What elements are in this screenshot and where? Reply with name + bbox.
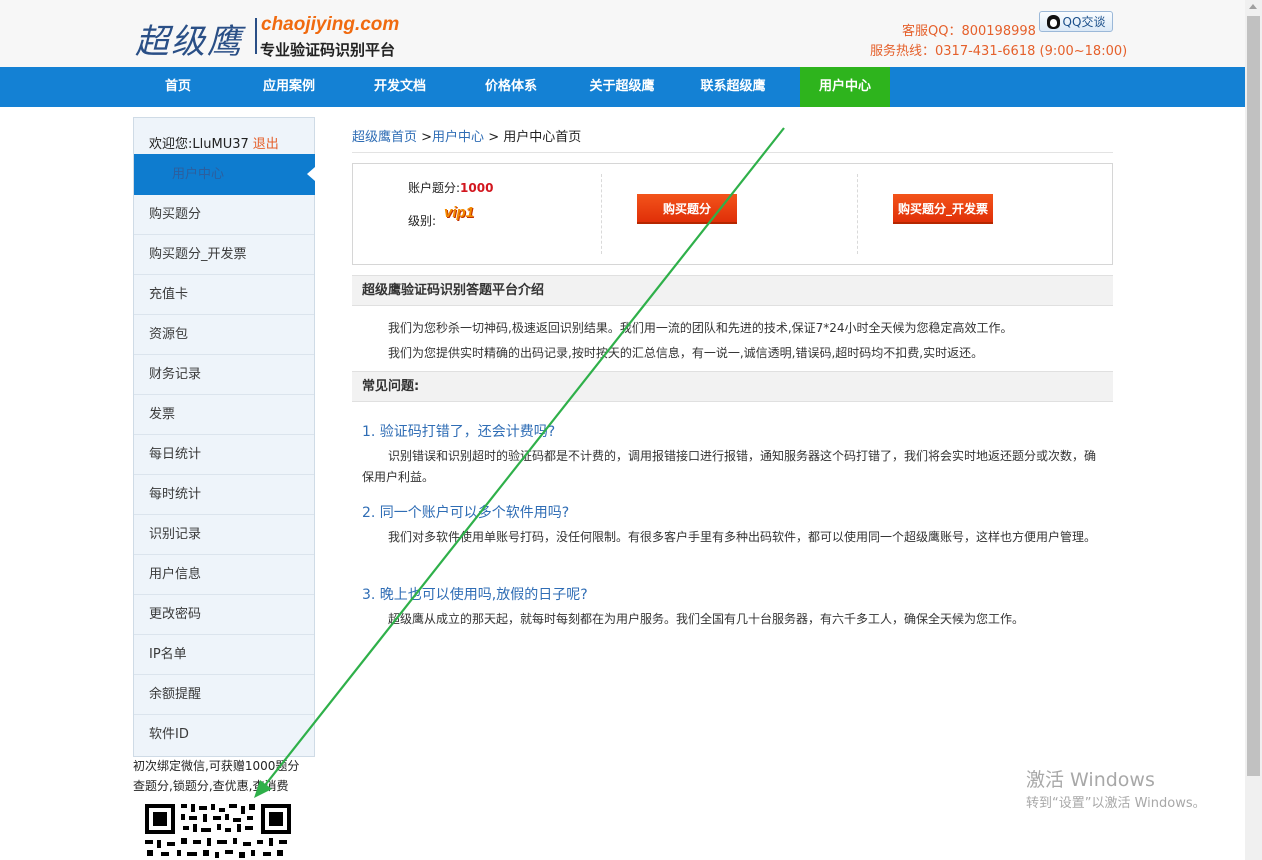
- sidebar-item-ip-list[interactable]: IP名单: [134, 635, 314, 675]
- activation-watermark-title: 激活 Windows: [1026, 769, 1155, 791]
- breadcrumb-sep: >: [417, 130, 433, 145]
- sidebar-item-recharge-card[interactable]: 充值卡: [134, 275, 314, 315]
- wechat-promo-line1: 初次绑定微信,可获赠1000题分: [133, 759, 300, 773]
- sidebar-item-finance-records[interactable]: 财务记录: [134, 355, 314, 395]
- sidebar-item-user-center[interactable]: 用户中心: [134, 154, 315, 195]
- buy-score-button[interactable]: 购买题分: [637, 194, 737, 224]
- account-score-label: 账户题分:: [408, 181, 461, 195]
- buy-score-invoice-button[interactable]: 购买题分_开发票: [893, 194, 993, 224]
- sidebar-item-daily-stats[interactable]: 每日统计: [134, 435, 314, 475]
- faq-answer-3: 超级鹰从成立的那天起，就每时每刻都在为用户服务。我们全国有几十台服务器，有六千多…: [388, 612, 1025, 626]
- faq-question-1: 1. 验证码打错了，还会计费吗?: [362, 424, 556, 440]
- account-level-label: 级别:: [408, 214, 437, 228]
- breadcrumb-current: 用户中心首页: [503, 130, 582, 145]
- sidebar-item-invoice[interactable]: 发票: [134, 395, 314, 435]
- logo-divider: [255, 18, 257, 54]
- sidebar-item-software-id[interactable]: 软件ID: [134, 715, 314, 755]
- account-score: 账户题分:1000: [408, 179, 493, 196]
- sidebar-item-balance-alert[interactable]: 余额提醒: [134, 675, 314, 715]
- qq-penguin-icon: [1046, 14, 1060, 29]
- column-divider: [857, 174, 858, 254]
- intro-section-title: 超级鹰验证码识别答题平台介绍: [352, 275, 1113, 306]
- service-qq: 客服QQ：800198998: [902, 24, 1036, 39]
- sidebar-item-resource-pack[interactable]: 资源包: [134, 315, 314, 355]
- nav-contact[interactable]: 联系超级鹰: [689, 67, 777, 107]
- faq-answer-1: 识别错误和识别超时的验证码都是不计费的，调用报错接口进行报错，通知服务器这个码打…: [362, 449, 1097, 484]
- nav-docs[interactable]: 开发文档: [356, 67, 444, 107]
- intro-paragraph-1: 我们为您秒杀一切神码,极速返回识别结果。我们用一流的团队和先进的技术,保证7*2…: [388, 321, 1013, 335]
- faq-section-title: 常见问题:: [352, 371, 1113, 402]
- breadcrumb-user-center[interactable]: 用户中心: [432, 130, 484, 145]
- breadcrumb: 超级鹰首页 >用户中心 > 用户中心首页: [352, 126, 581, 145]
- breadcrumb-home[interactable]: 超级鹰首页: [352, 130, 417, 145]
- logo-domain[interactable]: chaojiying.com: [261, 14, 399, 36]
- qr-code-graphic: [145, 804, 291, 858]
- vip-badge: vip1: [444, 204, 475, 221]
- sidebar-item-buy-score[interactable]: 购买题分: [134, 195, 314, 235]
- faq-question-2: 2. 同一个账户可以多个软件用吗?: [362, 505, 570, 521]
- intro-paragraph-2: 我们为您提供实时精确的出码记录,按时按天的汇总信息，有一说一,诚信透明,错误码,…: [388, 346, 984, 360]
- qq-chat-label: QQ交谈: [1062, 15, 1106, 29]
- sidebar-item-buy-score-invoice[interactable]: 购买题分_开发票: [134, 235, 314, 275]
- qq-chat-button[interactable]: QQ交谈: [1039, 11, 1113, 32]
- faq-answer-2: 我们对多软件使用单账号打码，没任何限制。有很多客户手里有多种出码软件，都可以使用…: [388, 530, 1097, 544]
- scrollbar-thumb[interactable]: [1247, 16, 1260, 776]
- sidebar-item-hourly-stats[interactable]: 每时统计: [134, 475, 314, 515]
- sidebar-item-change-password[interactable]: 更改密码: [134, 595, 314, 635]
- site-header: 超级鹰 chaojiying.com 专业验证码识别平台 客服QQ：800198…: [0, 0, 1245, 67]
- activation-watermark-subtitle: 转到“设置”以激活 Windows。: [1026, 796, 1206, 811]
- breadcrumb-divider: [352, 152, 1113, 153]
- sidebar-item-user-info[interactable]: 用户信息: [134, 555, 314, 595]
- service-hotline: 服务热线：0317-431-6618 (9:00~18:00): [870, 44, 1128, 59]
- welcome-user: 欢迎您:LluMU37: [149, 137, 249, 152]
- scroll-up-arrow-icon[interactable]: [1249, 4, 1257, 9]
- logo-tagline: 专业验证码识别平台: [260, 41, 396, 59]
- nav-cases[interactable]: 应用案例: [245, 67, 333, 107]
- faq-question-3: 3. 晚上也可以使用吗,放假的日子呢?: [362, 587, 588, 603]
- main-nav: 首页 应用案例 开发文档 价格体系 关于超级鹰 联系超级鹰 用户中心: [0, 67, 1245, 107]
- logout-link[interactable]: 退出: [253, 137, 279, 152]
- sidebar: 欢迎您:LluMU37 退出 用户中心 购买题分 购买题分_开发票 充值卡 资源包…: [133, 117, 315, 757]
- nav-pricing[interactable]: 价格体系: [467, 67, 555, 107]
- account-score-value: 1000: [460, 181, 494, 195]
- nav-user-center[interactable]: 用户中心: [800, 67, 890, 107]
- nav-about[interactable]: 关于超级鹰: [578, 67, 666, 107]
- logo-chinese[interactable]: 超级鹰: [135, 14, 243, 63]
- wechat-qr-code: [133, 796, 301, 860]
- wechat-promo: 初次绑定微信,可获赠1000题分 查题分,锁题分,查优惠,查消费: [133, 756, 315, 796]
- nav-home[interactable]: 首页: [134, 67, 222, 107]
- welcome-line: 欢迎您:LluMU37 退出: [149, 133, 279, 152]
- account-summary: 账户题分:1000 级别: vip1 购买题分 购买题分_开发票: [352, 163, 1113, 265]
- column-divider: [601, 174, 602, 254]
- sidebar-item-recognition-records[interactable]: 识别记录: [134, 515, 314, 555]
- wechat-promo-line2: 查题分,锁题分,查优惠,查消费: [133, 779, 289, 793]
- breadcrumb-sep: >: [484, 130, 504, 145]
